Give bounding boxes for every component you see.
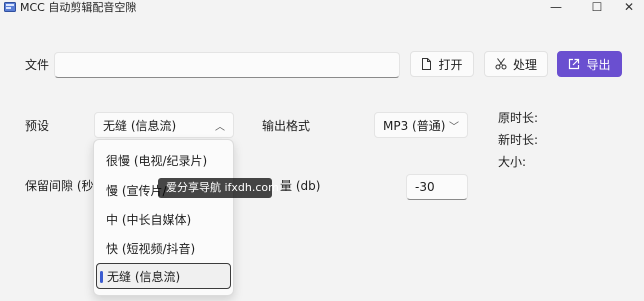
file-path-input[interactable] xyxy=(54,52,400,78)
minimize-button[interactable]: — xyxy=(541,0,571,16)
window-title: MCC 自动剪辑配音空隙 xyxy=(20,1,137,14)
scissors-icon xyxy=(495,58,507,70)
app-icon xyxy=(4,1,16,13)
preset-select[interactable]: 无缝 (信息流) ︿ xyxy=(94,112,234,138)
preset-selected-value: 无缝 (信息流) xyxy=(103,118,177,133)
preset-option[interactable]: 很慢 (电视/纪录片) xyxy=(96,147,231,173)
export-button-label: 导出 xyxy=(586,57,611,72)
original-duration-label: 原时长: xyxy=(498,111,539,125)
size-label: 大小: xyxy=(498,155,527,169)
process-button[interactable]: 处理 xyxy=(484,51,548,77)
open-button-label: 打开 xyxy=(438,57,463,72)
volume-threshold-label: 量 (db) xyxy=(280,179,321,193)
preset-dropdown-list: 很慢 (电视/纪录片) 慢 (宣传片/ 中 (中长自媒体) 快 (短视频/抖音)… xyxy=(93,139,234,296)
chevron-up-icon: ︿ xyxy=(215,121,225,133)
export-button[interactable]: 导出 xyxy=(557,51,622,77)
output-format-label: 输出格式 xyxy=(262,119,311,133)
maximize-button[interactable]: ☐ xyxy=(582,0,612,16)
chevron-down-icon: ﹀ xyxy=(449,121,459,133)
document-icon xyxy=(421,58,432,70)
output-format-selected-value: MP3 (普通) xyxy=(383,118,446,133)
watermark-text: 爱分享导航 ifxdh.com xyxy=(166,181,279,194)
close-button[interactable]: ✕ xyxy=(614,0,644,16)
preset-label: 预设 xyxy=(25,119,50,133)
file-label: 文件 xyxy=(25,58,50,72)
volume-threshold-input[interactable] xyxy=(406,174,468,200)
export-icon xyxy=(568,58,580,70)
gap-label: 保留间隙 (秒) xyxy=(25,179,99,193)
preset-option[interactable]: 中 (中长自媒体) xyxy=(96,206,231,232)
preset-option-selected[interactable]: 无缝 (信息流) xyxy=(96,263,231,289)
new-duration-label: 新时长: xyxy=(498,133,539,147)
preset-option[interactable]: 快 (短视频/抖音) xyxy=(96,235,231,261)
output-format-select[interactable]: MP3 (普通) ﹀ xyxy=(374,112,468,138)
process-button-label: 处理 xyxy=(512,57,537,72)
open-button[interactable]: 打开 xyxy=(410,51,474,77)
